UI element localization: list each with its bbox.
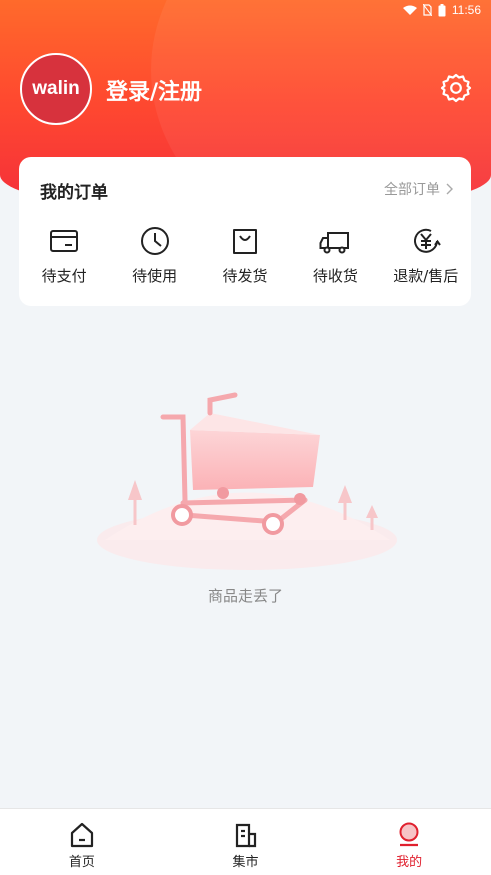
truck-icon <box>319 232 350 254</box>
order-refund-aftersale[interactable]: 退款/售后 <box>385 225 467 286</box>
order-to-use[interactable]: 待使用 <box>114 225 196 286</box>
avatar-logo-text: walin <box>32 78 80 99</box>
status-bar: 11:56 <box>0 0 491 20</box>
tab-mine[interactable]: 我的 <box>327 809 491 875</box>
home-icon <box>70 822 93 848</box>
status-time: 11:56 <box>451 3 481 17</box>
login-register-link[interactable]: 登录/注册 <box>106 74 202 106</box>
empty-cart-illustration <box>97 392 397 570</box>
order-item-label: 待使用 <box>132 267 178 285</box>
all-orders-label: 全部订单 <box>384 182 440 198</box>
my-orders-title: 我的订单 <box>40 183 108 203</box>
profile-icon <box>399 822 419 847</box>
order-item-label: 待收货 <box>312 267 358 285</box>
battery-icon <box>438 3 446 16</box>
all-orders-link[interactable]: 全部订单 <box>384 179 453 199</box>
clock-icon <box>140 227 169 255</box>
card-icon <box>50 230 79 252</box>
tab-market[interactable]: 集市 <box>164 809 328 875</box>
wifi-icon <box>402 5 417 15</box>
tab-label: 首页 <box>68 855 95 870</box>
market-icon <box>235 823 256 848</box>
bottom-tab-bar: 首页 集市 我的 <box>0 808 491 875</box>
no-sim-icon <box>422 4 432 16</box>
avatar[interactable]: walin <box>20 53 92 125</box>
empty-state-message: 商品走丢了 <box>207 587 283 605</box>
bag-icon <box>232 229 257 254</box>
order-item-label: 退款/售后 <box>393 267 459 285</box>
order-item-label: 待支付 <box>41 267 87 285</box>
refund-icon <box>413 228 441 253</box>
order-item-label: 待发货 <box>222 267 268 285</box>
tab-home[interactable]: 首页 <box>0 809 164 875</box>
tab-label: 集市 <box>232 855 259 870</box>
order-to-ship[interactable]: 待发货 <box>204 225 286 286</box>
chevron-right-icon <box>446 183 453 195</box>
order-pending-payment[interactable]: 待支付 <box>23 225 105 286</box>
tab-label: 我的 <box>396 855 423 870</box>
order-status-list: 待支付 待使用 待发货 待收货 退款/售后 <box>19 225 471 286</box>
order-to-receive[interactable]: 待收货 <box>294 225 376 286</box>
my-orders-card: 我的订单 全部订单 待支付 待使用 待发货 待收货 退款/售后 <box>19 157 471 306</box>
settings-gear-icon[interactable] <box>440 72 472 104</box>
